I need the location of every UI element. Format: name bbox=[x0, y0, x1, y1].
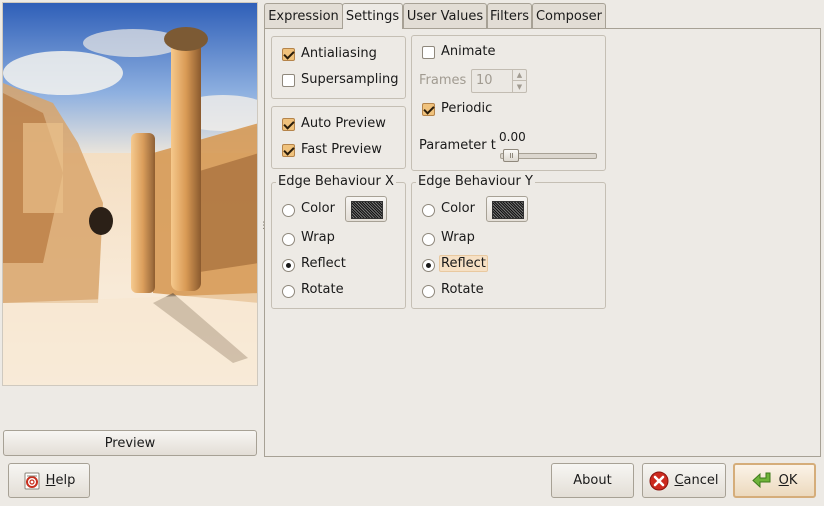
auto-preview-checkbox[interactable] bbox=[282, 118, 295, 131]
auto-preview-label: Auto Preview bbox=[301, 116, 386, 131]
spin-up-icon[interactable]: ▲ bbox=[512, 70, 526, 81]
cancel-label: Cancel bbox=[674, 473, 719, 488]
cancel-icon bbox=[649, 471, 669, 491]
parameter-slider-thumb[interactable] bbox=[503, 149, 519, 162]
spin-down-icon[interactable]: ▼ bbox=[512, 81, 526, 92]
edge-y-reflect-label: Reflect bbox=[439, 255, 488, 272]
help-icon bbox=[23, 472, 41, 490]
edge-y-title: Edge Behaviour Y bbox=[416, 174, 535, 189]
frames-spinbutton[interactable]: 10 ▲ ▼ bbox=[471, 69, 527, 93]
edge-x-reflect-radio[interactable] bbox=[282, 259, 295, 272]
edge-x-color-label: Color bbox=[301, 201, 335, 216]
edge-x-wrap-label: Wrap bbox=[301, 230, 335, 245]
tab-settings-label: Settings bbox=[345, 9, 400, 24]
ok-label: OK bbox=[778, 473, 798, 488]
antialiasing-checkbox[interactable] bbox=[282, 48, 295, 61]
fast-preview-checkbox[interactable] bbox=[282, 144, 295, 157]
tab-expression-label: Expression bbox=[268, 8, 339, 24]
edge-x-color-radio[interactable] bbox=[282, 204, 295, 217]
tab-filters[interactable]: Filters bbox=[487, 3, 532, 28]
edge-y-wrap-radio[interactable] bbox=[422, 233, 435, 246]
edge-x-color-swatch[interactable] bbox=[345, 196, 387, 222]
tab-user-values-label: User Values bbox=[406, 8, 484, 24]
edge-x-title: Edge Behaviour X bbox=[276, 174, 396, 189]
help-label: Help bbox=[45, 473, 76, 488]
edge-y-reflect-radio[interactable] bbox=[422, 259, 435, 272]
periodic-checkbox[interactable] bbox=[422, 103, 435, 116]
tab-settings[interactable]: Settings bbox=[342, 3, 403, 29]
help-button[interactable]: Help bbox=[8, 463, 90, 498]
edge-x-rotate-label: Rotate bbox=[301, 282, 344, 297]
ok-arrow-icon bbox=[751, 471, 774, 491]
supersampling-label: Supersampling bbox=[301, 72, 399, 87]
edge-y-color-swatch[interactable] bbox=[486, 196, 528, 222]
antialiasing-label: Antialiasing bbox=[301, 46, 377, 61]
tab-composer-label: Composer bbox=[535, 8, 602, 24]
edge-x-reflect-label: Reflect bbox=[301, 256, 346, 271]
preview-button[interactable]: Preview bbox=[3, 430, 257, 456]
parameter-label: Parameter t bbox=[419, 138, 496, 153]
tab-expression[interactable]: Expression bbox=[264, 3, 343, 28]
ok-button[interactable]: OK bbox=[733, 463, 816, 498]
parameter-value: 0.00 bbox=[499, 130, 526, 144]
edge-x-rotate-radio[interactable] bbox=[282, 285, 295, 298]
tab-user-values[interactable]: User Values bbox=[403, 3, 487, 28]
about-label: About bbox=[573, 473, 612, 488]
edge-y-color-label: Color bbox=[441, 201, 475, 216]
cancel-button[interactable]: Cancel bbox=[642, 463, 726, 498]
supersampling-checkbox[interactable] bbox=[282, 74, 295, 87]
animate-label: Animate bbox=[441, 44, 496, 59]
edge-y-color-radio[interactable] bbox=[422, 204, 435, 217]
edge-x-wrap-radio[interactable] bbox=[282, 233, 295, 246]
animate-checkbox[interactable] bbox=[422, 46, 435, 59]
periodic-label: Periodic bbox=[441, 101, 493, 116]
preview-button-label: Preview bbox=[104, 435, 156, 451]
pane-handle[interactable]: ⋮ bbox=[259, 222, 268, 236]
frames-label: Frames bbox=[419, 73, 467, 88]
frames-value: 10 bbox=[476, 73, 493, 88]
edge-y-wrap-label: Wrap bbox=[441, 230, 475, 245]
edge-y-rotate-radio[interactable] bbox=[422, 285, 435, 298]
edge-y-rotate-label: Rotate bbox=[441, 282, 484, 297]
preview-image bbox=[2, 2, 258, 386]
about-button[interactable]: About bbox=[551, 463, 634, 498]
tab-composer[interactable]: Composer bbox=[532, 3, 606, 28]
tab-filters-label: Filters bbox=[490, 8, 529, 24]
fast-preview-label: Fast Preview bbox=[301, 142, 382, 157]
